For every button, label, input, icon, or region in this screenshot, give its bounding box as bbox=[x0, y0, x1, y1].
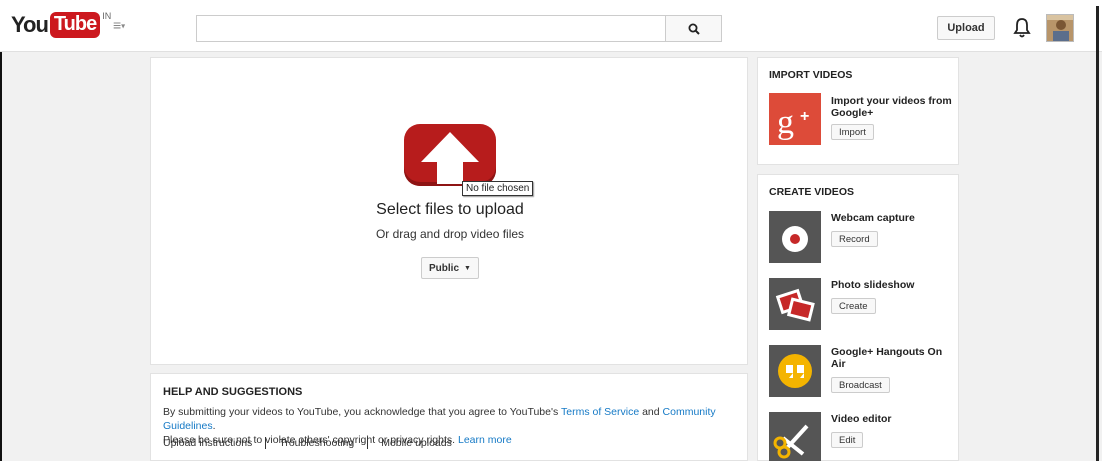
help-text-part: . bbox=[212, 420, 216, 432]
webcam-capture-label: Webcam capture bbox=[831, 212, 915, 224]
search-icon bbox=[688, 23, 700, 35]
upload-subtitle: Or drag and drop video files bbox=[375, 227, 525, 241]
help-title: HELP AND SUGGESTIONS bbox=[163, 386, 303, 398]
help-text-part: and bbox=[639, 406, 663, 418]
upload-instructions-link[interactable]: Upload instructions bbox=[163, 437, 252, 449]
import-item-label: Import your videos from Google+ bbox=[831, 95, 952, 119]
notification-bell-icon[interactable] bbox=[1012, 17, 1032, 39]
mobile-uploads-link[interactable]: Mobile uploads bbox=[381, 437, 452, 449]
logo-region-code: IN bbox=[102, 11, 112, 21]
youtube-logo[interactable]: You Tube IN bbox=[11, 11, 112, 38]
svg-text:g: g bbox=[777, 104, 794, 141]
hangouts-on-air-label: Google+ Hangouts On Air bbox=[831, 346, 943, 370]
edit-button[interactable]: Edit bbox=[831, 432, 864, 448]
help-suggestions-panel: HELP AND SUGGESTIONS By submitting your … bbox=[150, 373, 748, 461]
window-edge-right bbox=[1096, 6, 1099, 461]
webcam-record-icon bbox=[769, 211, 821, 263]
search-input[interactable] bbox=[196, 15, 666, 42]
upload-title: Select files to upload bbox=[376, 201, 524, 218]
logo-you-text: You bbox=[11, 12, 49, 37]
create-button[interactable]: Create bbox=[831, 298, 876, 314]
photo-slideshow-icon bbox=[769, 278, 821, 330]
link-separator bbox=[265, 437, 267, 449]
import-button[interactable]: Import bbox=[831, 124, 874, 140]
video-editor-label: Video editor bbox=[831, 413, 892, 425]
google-plus-icon: g + bbox=[769, 93, 821, 145]
caret-down-icon: ▼ bbox=[464, 264, 471, 272]
broadcast-button[interactable]: Broadcast bbox=[831, 377, 890, 393]
upload-arrow-icon[interactable] bbox=[404, 124, 496, 186]
scissors-icon bbox=[769, 412, 821, 461]
import-videos-panel: IMPORT VIDEOS g + Import your videos fro… bbox=[757, 57, 959, 165]
record-button[interactable]: Record bbox=[831, 231, 878, 247]
hangouts-icon bbox=[769, 345, 821, 397]
import-title: IMPORT VIDEOS bbox=[769, 69, 853, 81]
terms-of-service-link[interactable]: Terms of Service bbox=[561, 406, 639, 418]
avatar-image bbox=[1047, 15, 1073, 41]
file-input-tooltip: No file chosen bbox=[462, 181, 534, 196]
guide-menu-button[interactable]: ≡▾ bbox=[113, 18, 125, 33]
help-text-part: By submitting your videos to YouTube, yo… bbox=[163, 406, 561, 418]
create-videos-panel: CREATE VIDEOS Webcam capture Record Phot… bbox=[757, 174, 959, 461]
troubleshooting-link[interactable]: Troubleshooting bbox=[279, 437, 354, 449]
caret-down-icon: ▾ bbox=[121, 21, 126, 31]
link-separator bbox=[367, 437, 369, 449]
hamburger-icon: ≡ bbox=[113, 17, 122, 33]
search-button[interactable] bbox=[666, 15, 722, 42]
create-title: CREATE VIDEOS bbox=[769, 186, 854, 198]
window-edge-left bbox=[0, 0, 2, 461]
user-avatar[interactable] bbox=[1046, 14, 1074, 42]
svg-text:+: + bbox=[800, 108, 809, 125]
masthead: You Tube IN ≡▾ Upload bbox=[0, 0, 1102, 52]
upload-button[interactable]: Upload bbox=[937, 16, 995, 40]
photo-slideshow-label: Photo slideshow bbox=[831, 279, 915, 291]
upload-area[interactable]: No file chosen Select files to upload Or… bbox=[150, 57, 748, 365]
privacy-dropdown[interactable]: Public ▼ bbox=[421, 257, 479, 279]
learn-more-link[interactable]: Learn more bbox=[458, 434, 512, 446]
logo-tube-text: Tube bbox=[49, 12, 101, 38]
help-links: Upload instructions Troubleshooting Mobi… bbox=[163, 437, 452, 449]
privacy-label: Public bbox=[429, 262, 460, 274]
